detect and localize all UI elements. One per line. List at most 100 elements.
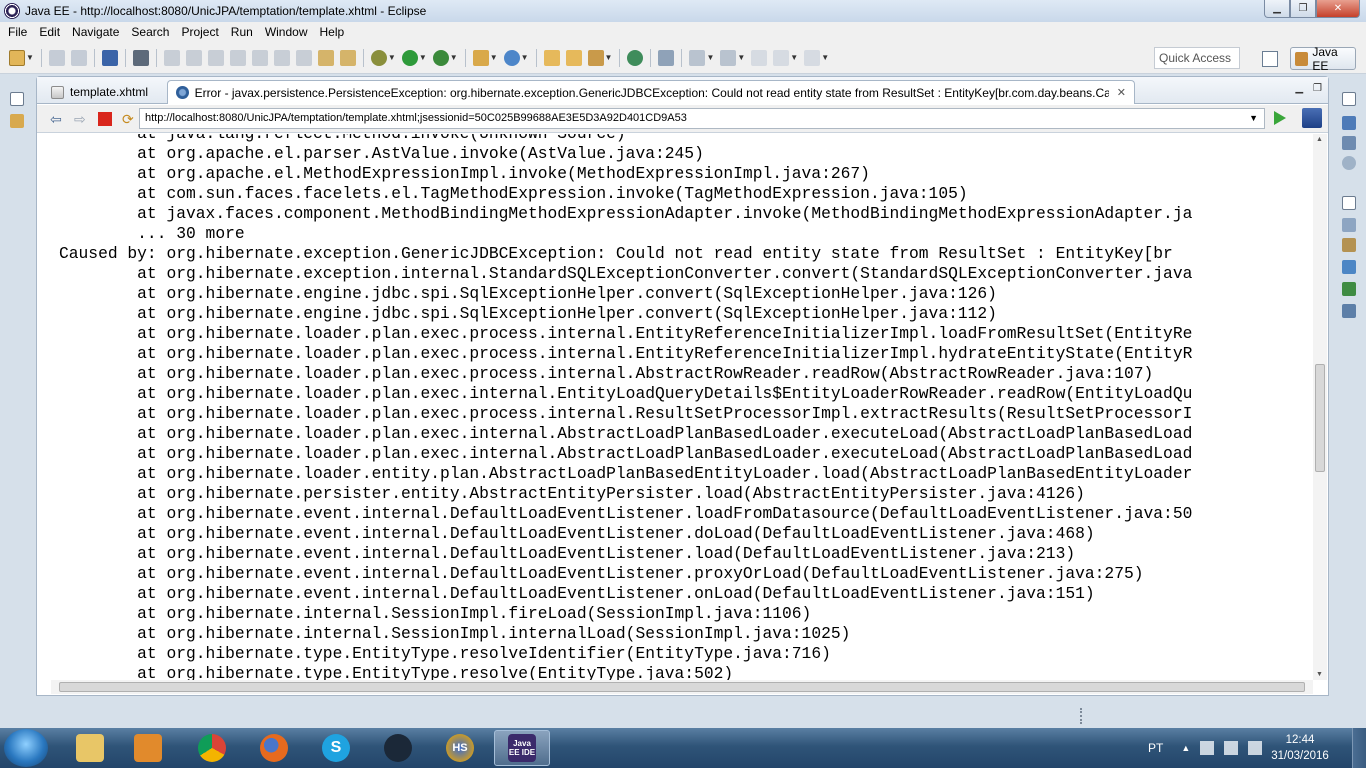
open-web-browser-icon[interactable] [627,49,644,66]
next-annotation-icon[interactable] [689,49,706,66]
suspend-icon[interactable] [185,49,202,66]
drop-to-frame-icon[interactable] [317,49,334,66]
toggle-markers-icon[interactable] [658,49,675,66]
new-java-project-icon[interactable] [472,49,489,66]
open-perspective-icon[interactable] [1262,51,1278,67]
new-icon[interactable] [9,49,25,66]
forward-arrow-icon[interactable]: ⇨ [74,112,88,126]
restore-icon[interactable] [10,92,24,106]
menu-run[interactable]: Run [225,25,259,39]
chevron-down-icon[interactable]: ▼ [419,53,427,62]
close-tab-icon[interactable]: ✕ [1117,86,1126,99]
restore-icon[interactable] [1342,92,1356,106]
chevron-down-icon[interactable]: ▼ [450,53,458,62]
close-button[interactable]: ✕ [1316,0,1360,18]
perspective-button-javaee[interactable]: Java EE [1290,45,1356,73]
chevron-down-icon[interactable]: ▼ [821,53,829,62]
tab-error-page[interactable]: Error - javax.persistence.PersistenceExc… [167,80,1135,104]
language-indicator[interactable]: PT [1148,741,1163,755]
taskbar-skype[interactable]: S [308,730,364,766]
vertical-scrollbar[interactable]: ▲ ▼ [1313,134,1327,680]
chevron-down-icon[interactable]: ▼ [388,53,396,62]
taskbar-eclipse[interactable]: Java EE IDE [494,730,550,766]
taskbar-firefox[interactable] [246,730,302,766]
scroll-thumb[interactable] [1315,364,1325,472]
maximize-icon[interactable]: ❐ [1313,83,1322,94]
menu-navigate[interactable]: Navigate [66,25,125,39]
step-into-icon[interactable] [251,49,268,66]
menu-search[interactable]: Search [125,25,175,39]
scroll-down-icon[interactable]: ▼ [1316,671,1323,678]
stop-icon[interactable] [98,111,112,126]
chevron-down-icon[interactable]: ▼ [521,53,529,62]
chevron-down-icon[interactable]: ▼ [1249,113,1258,123]
last-edit-location-icon[interactable] [751,49,768,66]
resume-icon[interactable] [163,49,180,66]
chevron-down-icon[interactable]: ▼ [26,53,34,62]
show-hidden-icons-icon[interactable]: ▲ [1181,743,1190,753]
menu-file[interactable]: File [2,25,33,39]
back-icon[interactable] [773,49,790,66]
scroll-up-icon[interactable]: ▲ [1316,136,1323,143]
open-type-icon[interactable] [543,49,560,66]
taskbar-steam[interactable] [370,730,426,766]
restore-icon[interactable] [1342,196,1356,210]
search-icon[interactable] [587,49,604,66]
debug-icon[interactable] [370,49,387,66]
action-center-flag-icon[interactable] [1200,741,1215,755]
network-signal-icon[interactable] [1224,741,1239,755]
servers-icon[interactable] [1342,260,1356,274]
package-explorer-icon[interactable] [10,114,24,128]
skip-breakpoints-icon[interactable] [132,49,149,66]
outline-icon[interactable] [1342,116,1356,130]
use-step-filters-icon[interactable] [339,49,356,66]
run-external-tools-icon[interactable] [432,49,449,66]
disconnect-icon[interactable] [229,49,246,66]
taskbar-chrome[interactable] [184,730,240,766]
show-desktop-button[interactable] [1352,728,1366,768]
tab-template-xhtml[interactable]: template.xhtml [43,80,167,104]
step-over-icon[interactable] [273,49,290,66]
properties-icon[interactable] [1342,238,1356,252]
save-icon[interactable] [48,49,65,66]
previous-annotation-icon[interactable] [720,49,737,66]
refresh-icon[interactable]: ⟳ [122,112,136,126]
back-arrow-icon[interactable]: ⇦ [50,112,64,126]
maximize-button[interactable]: ❐ [1290,0,1316,18]
chevron-down-icon[interactable]: ▼ [490,53,498,62]
chevron-down-icon[interactable]: ▼ [737,53,745,62]
menu-project[interactable]: Project [175,25,224,39]
run-icon[interactable] [401,49,418,66]
save-all-icon[interactable] [70,49,87,66]
data-source-explorer-icon[interactable] [1342,282,1356,296]
console-icon[interactable] [101,49,118,66]
horizontal-scrollbar[interactable] [51,680,1313,694]
task-list-icon[interactable] [1342,136,1356,150]
minimize-icon[interactable]: ▁ [1295,83,1303,94]
volume-icon[interactable] [1248,741,1263,755]
menu-edit[interactable]: Edit [33,25,66,39]
taskbar-hearthstone[interactable]: HS [432,730,488,766]
terminate-icon[interactable] [207,49,224,66]
taskbar-media-player[interactable] [120,730,176,766]
open-external-browser-icon[interactable] [1302,108,1322,128]
markers-icon[interactable] [1342,218,1356,232]
at-sign-icon[interactable] [1342,156,1356,170]
taskbar-clock[interactable]: 12:44 31/03/2016 [1270,732,1330,764]
taskbar-file-explorer[interactable] [62,730,118,766]
windows-start-button[interactable] [4,729,48,767]
scroll-thumb[interactable] [59,682,1305,692]
quick-access-input[interactable]: Quick Access [1154,47,1240,69]
forward-icon[interactable] [804,49,821,66]
menu-window[interactable]: Window [259,25,314,39]
new-java-class-icon[interactable] [503,49,520,66]
step-return-icon[interactable] [295,49,312,66]
chevron-down-icon[interactable]: ▼ [790,53,798,62]
open-task-icon[interactable] [565,49,582,66]
go-button[interactable] [1274,111,1286,125]
menu-help[interactable]: Help [314,25,351,39]
url-input[interactable]: http://localhost:8080/UnicJPA/temptation… [139,108,1265,129]
chevron-down-icon[interactable]: ▼ [605,53,613,62]
chevron-down-icon[interactable]: ▼ [706,53,714,62]
minimize-button[interactable]: ▁ [1264,0,1290,18]
